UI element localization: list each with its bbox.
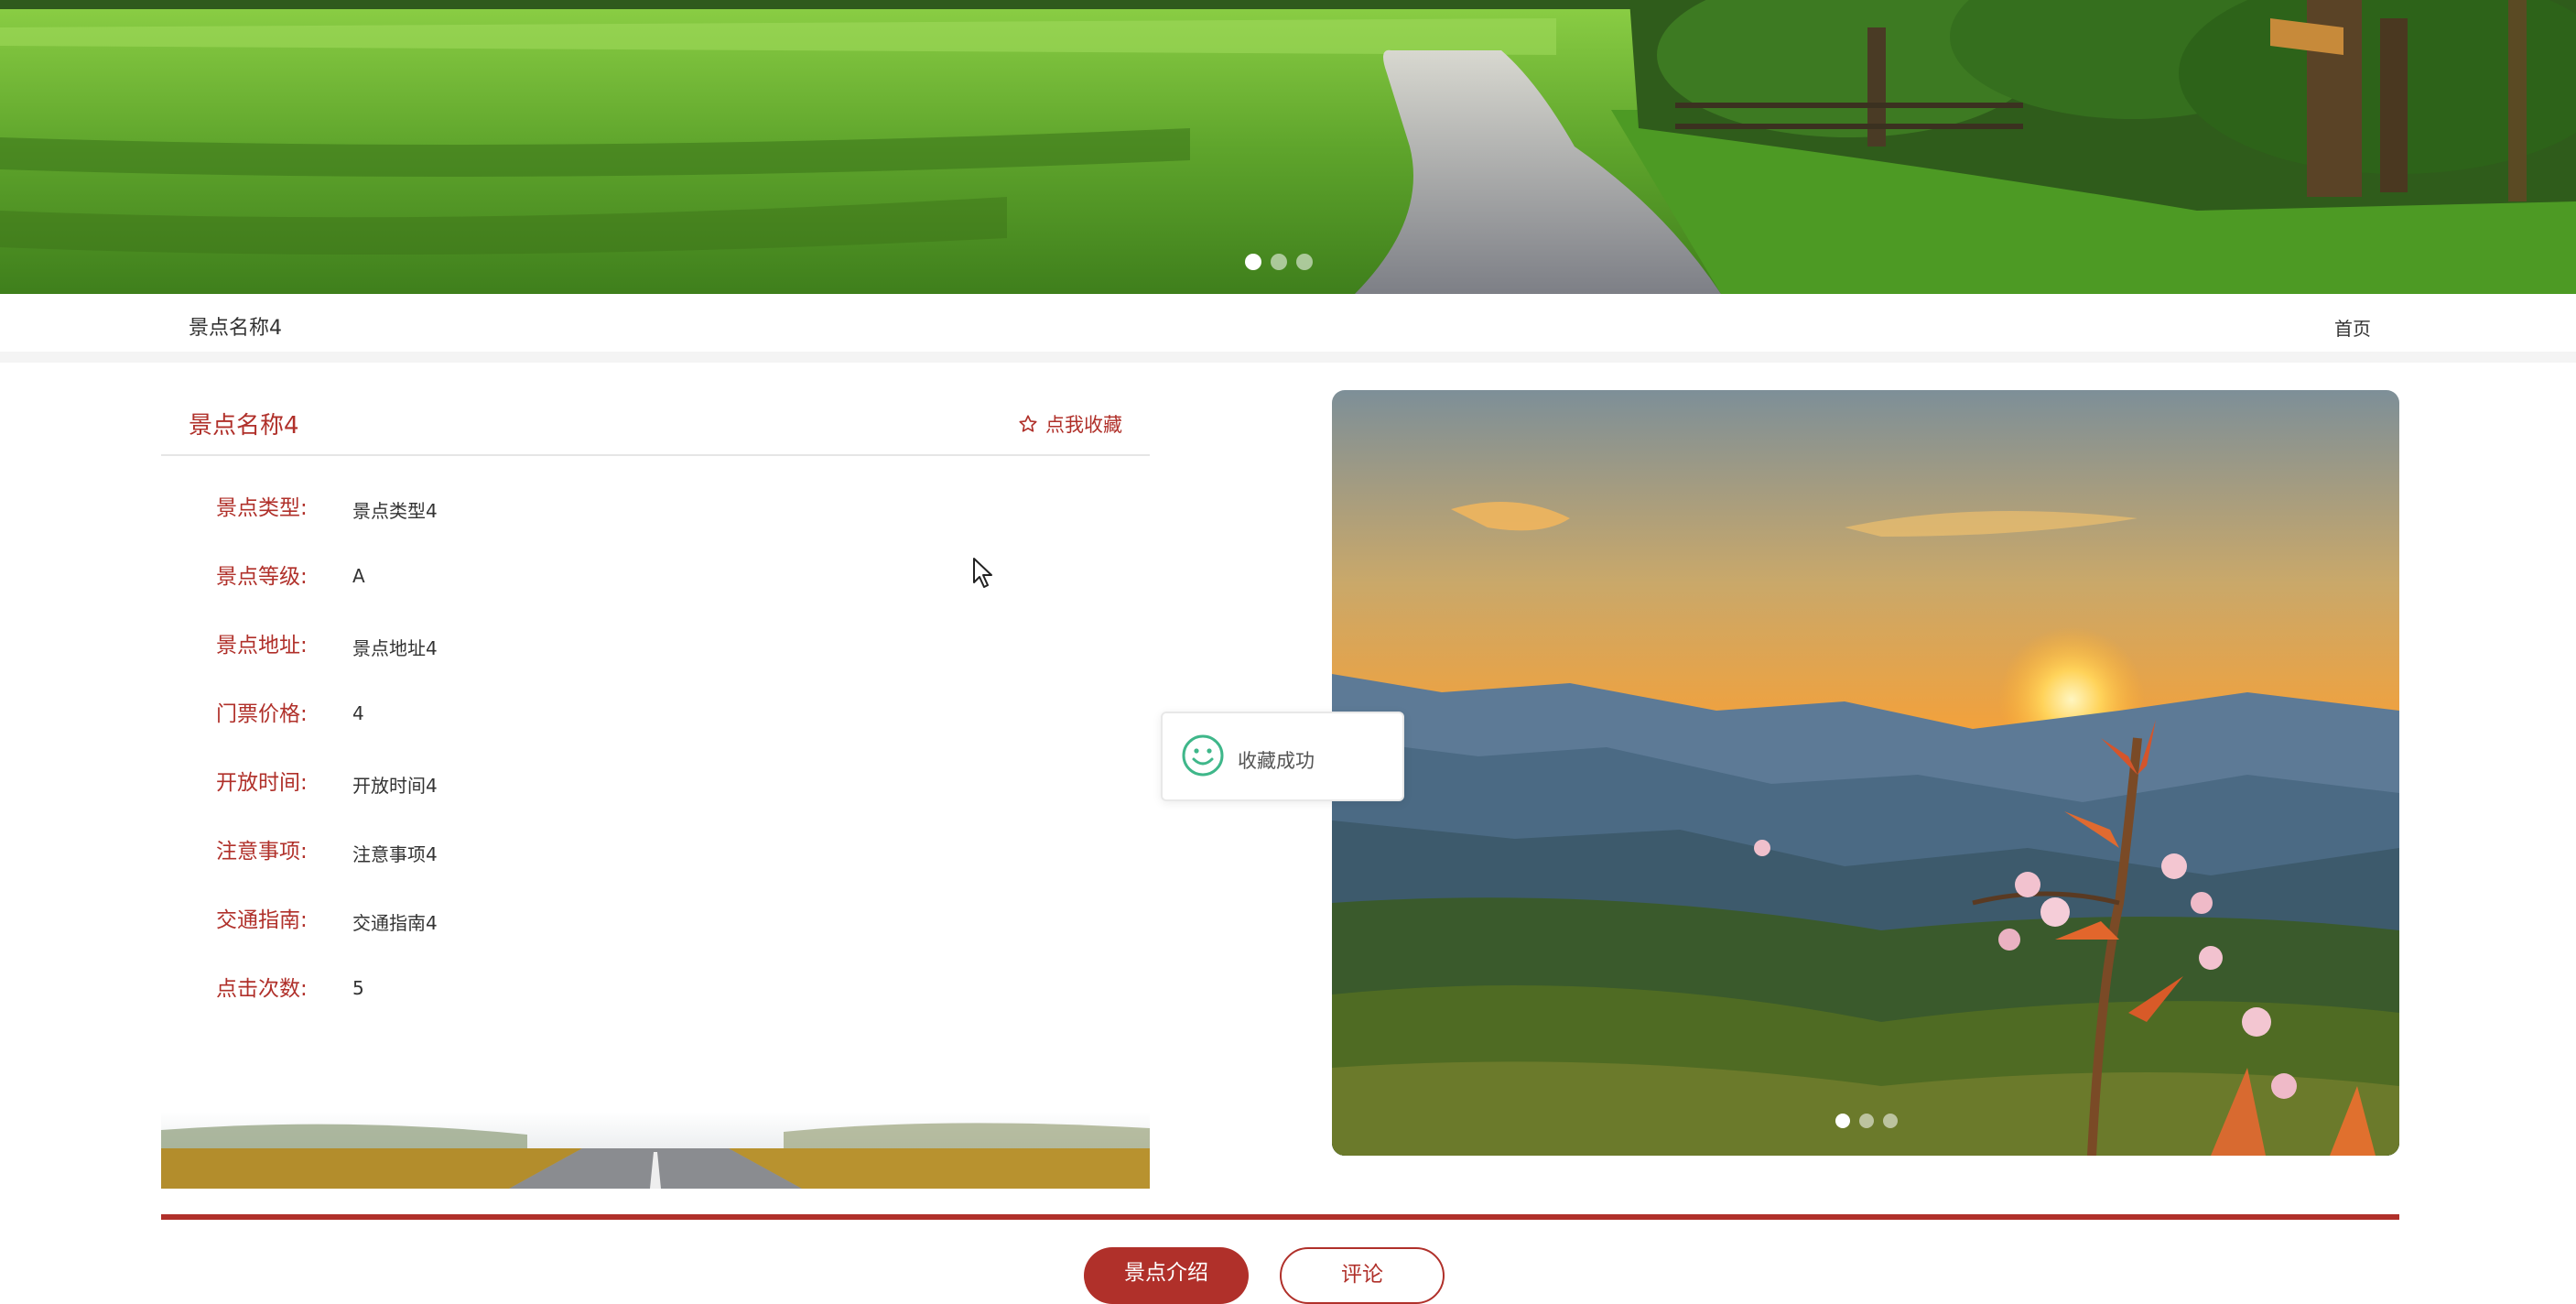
- field-row-type: 景点类型: 景点类型4: [161, 476, 1150, 545]
- home-link[interactable]: 首页: [2334, 314, 2371, 341]
- tab-review[interactable]: 评论: [1280, 1247, 1445, 1304]
- photo-dot-2[interactable]: [1859, 1114, 1874, 1128]
- field-row-clicks: 点击次数: 5: [161, 957, 1150, 1026]
- field-value: 景点类型4: [352, 500, 438, 522]
- tab-intro[interactable]: 景点介绍: [1084, 1247, 1249, 1304]
- field-value: 注意事项4: [352, 843, 438, 865]
- banner-landscape-image: [0, 0, 2576, 294]
- field-label: 开放时间:: [216, 771, 308, 795]
- field-value: A: [352, 565, 365, 587]
- banner-dot-2[interactable]: [1271, 254, 1287, 270]
- field-row-address: 景点地址: 景点地址4: [161, 614, 1150, 682]
- sunset-mountain-photo: [1332, 390, 2399, 1156]
- field-label: 门票价格:: [216, 702, 308, 726]
- decorative-road-image: [161, 1112, 1150, 1189]
- field-label: 景点等级:: [216, 565, 308, 589]
- photo-dot-3[interactable]: [1883, 1114, 1898, 1128]
- banner-dot-3[interactable]: [1296, 254, 1313, 270]
- favorite-label: 点我收藏: [1045, 414, 1122, 436]
- banner-dot-1[interactable]: [1245, 254, 1261, 270]
- field-row-transport: 交通指南: 交通指南4: [161, 888, 1150, 957]
- banner-pagination: [1245, 254, 1313, 270]
- smile-icon: [1182, 734, 1224, 777]
- section-divider: [161, 1214, 2399, 1220]
- detail-header: 景点名称4 点我收藏: [161, 394, 1150, 456]
- field-label: 交通指南:: [216, 908, 308, 932]
- field-row-hours: 开放时间: 开放时间4: [161, 751, 1150, 820]
- scenic-photo-carousel[interactable]: [1332, 390, 2399, 1156]
- mouse-cursor-icon: [973, 558, 992, 588]
- detail-fields: 景点类型: 景点类型4 景点等级: A 景点地址: 景点地址4 门票价格: 4 …: [161, 476, 1150, 1026]
- photo-dot-1[interactable]: [1835, 1114, 1850, 1128]
- field-row-level: 景点等级: A: [161, 545, 1150, 614]
- top-banner-carousel[interactable]: [0, 0, 2576, 294]
- field-row-price: 门票价格: 4: [161, 682, 1150, 751]
- field-row-notes: 注意事项: 注意事项4: [161, 820, 1150, 888]
- detail-title: 景点名称4: [189, 412, 299, 440]
- field-label: 点击次数:: [216, 977, 308, 1001]
- field-label: 景点类型:: [216, 496, 308, 520]
- field-value: 4: [352, 702, 364, 724]
- field-value: 景点地址4: [352, 637, 438, 659]
- field-value: 交通指南4: [352, 912, 438, 934]
- page-title: 景点名称4: [189, 317, 282, 340]
- field-label: 注意事项:: [216, 840, 308, 864]
- star-icon: [1019, 415, 1037, 432]
- favorite-button[interactable]: 点我收藏: [1018, 410, 1122, 438]
- success-toast: 收藏成功: [1161, 712, 1404, 801]
- photo-pagination: [1835, 1114, 1898, 1128]
- field-value: 开放时间4: [352, 775, 438, 797]
- field-value: 5: [352, 977, 364, 999]
- breadcrumb-bar: 景点名称4 首页: [0, 294, 2576, 363]
- toast-message: 收藏成功: [1238, 750, 1315, 772]
- field-label: 景点地址:: [216, 634, 308, 657]
